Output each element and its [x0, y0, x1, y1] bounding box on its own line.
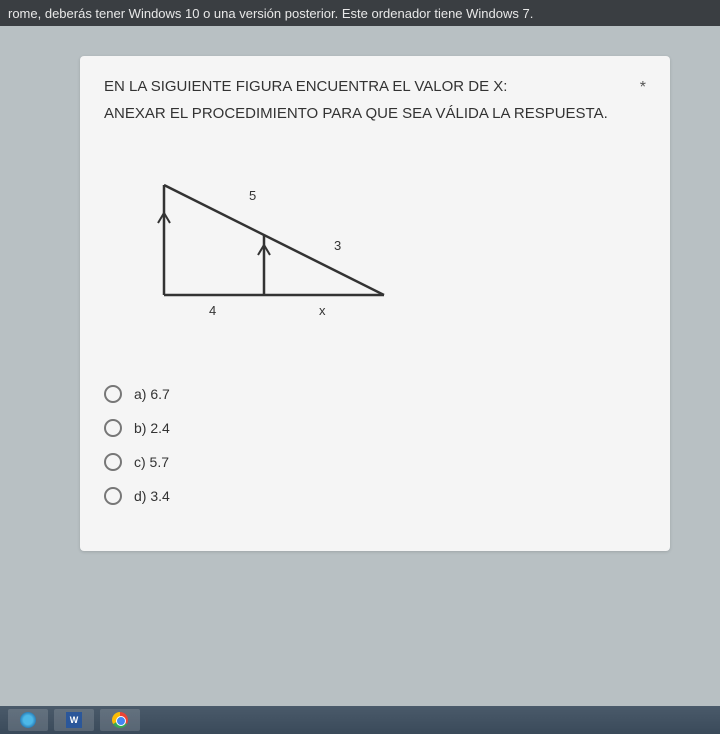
option-b[interactable]: b) 2.4	[104, 419, 646, 437]
chrome-icon	[112, 712, 128, 728]
radio-icon	[104, 453, 122, 471]
taskbar-chrome[interactable]	[100, 709, 140, 731]
question-subtitle: ANEXAR EL PROCEDIMIENTO PARA QUE SEA VÁL…	[104, 103, 646, 126]
option-label: d) 3.4	[134, 488, 170, 504]
taskbar-ie[interactable]	[8, 709, 48, 731]
question-title: EN LA SIGUIENTE FIGURA ENCUENTRA EL VALO…	[104, 76, 646, 99]
taskbar: W	[0, 706, 720, 734]
label-top: 5	[249, 188, 256, 203]
option-label: a) 6.7	[134, 386, 170, 402]
taskbar-word[interactable]: W	[54, 709, 94, 731]
banner-text: rome, deberás tener Windows 10 o una ver…	[8, 6, 533, 21]
ie-icon	[20, 712, 36, 728]
label-bottom-right: x	[319, 303, 326, 318]
question-line1: EN LA SIGUIENTE FIGURA ENCUENTRA EL VALO…	[104, 78, 507, 95]
label-right: 3	[334, 238, 341, 253]
options-group: a) 6.7 b) 2.4 c) 5.7 d) 3.4	[104, 385, 646, 505]
required-star: *	[640, 76, 646, 100]
option-label: c) 5.7	[134, 454, 169, 470]
compatibility-banner: rome, deberás tener Windows 10 o una ver…	[0, 0, 720, 26]
radio-icon	[104, 419, 122, 437]
option-label: b) 2.4	[134, 420, 170, 436]
radio-icon	[104, 385, 122, 403]
word-icon: W	[66, 712, 82, 728]
content-area: EN LA SIGUIENTE FIGURA ENCUENTRA EL VALO…	[0, 26, 720, 706]
option-a[interactable]: a) 6.7	[104, 385, 646, 403]
triangle-figure: 5 3 4 x	[134, 165, 646, 325]
option-c[interactable]: c) 5.7	[104, 453, 646, 471]
label-bottom-left: 4	[209, 303, 216, 318]
option-d[interactable]: d) 3.4	[104, 487, 646, 505]
radio-icon	[104, 487, 122, 505]
word-letter: W	[70, 715, 79, 725]
question-card: EN LA SIGUIENTE FIGURA ENCUENTRA EL VALO…	[80, 56, 670, 551]
